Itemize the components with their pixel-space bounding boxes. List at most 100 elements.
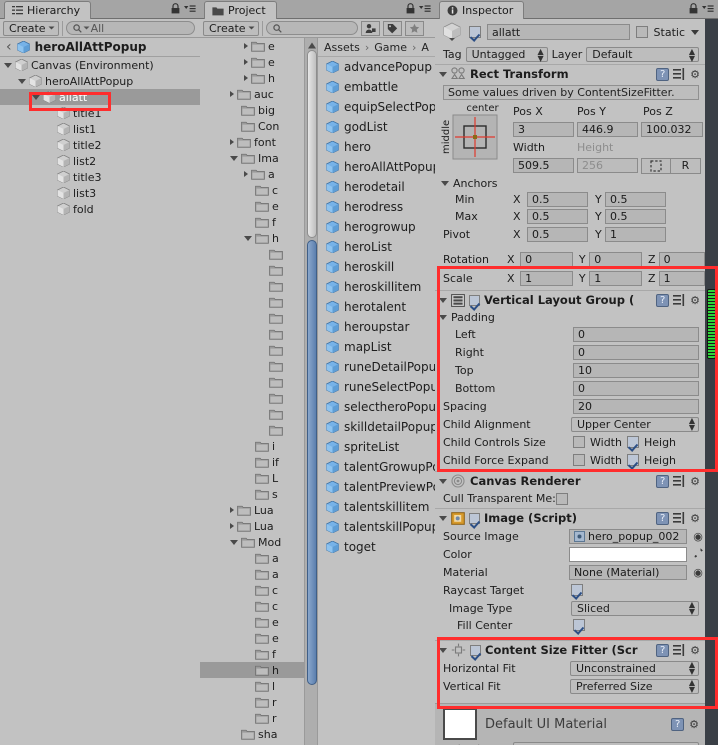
project-asset-selectheroPopu[interactable]: selectheroPopu (318, 397, 435, 417)
anchors-max-y-field[interactable]: 0.5 (605, 209, 666, 224)
project-folder-font[interactable]: font (200, 134, 304, 150)
hierarchy-item-fold[interactable]: fold (0, 201, 200, 217)
lock-icon[interactable] (689, 3, 698, 14)
gear-icon[interactable]: ⚙ (690, 68, 700, 81)
foldout-arrow-icon[interactable] (439, 314, 447, 320)
layer-dropdown[interactable]: Default ▲ ▼ (586, 47, 699, 62)
project-folder-c[interactable]: c (200, 182, 304, 198)
breadcrumb-game[interactable]: Game (374, 41, 407, 54)
panel-menu-icon[interactable] (701, 3, 714, 14)
padding-top-field[interactable]: 10 (573, 362, 699, 378)
project-folder-Con[interactable]: Con (200, 118, 304, 134)
tab-inspector[interactable]: Inspector (439, 1, 525, 19)
foldout-arrow-icon[interactable] (244, 75, 248, 81)
hierarchy-item-list1[interactable]: list1 (0, 121, 200, 137)
project-asset-herodetail[interactable]: herodetail (318, 177, 435, 197)
tab-hierarchy[interactable]: Hierarchy (4, 1, 92, 19)
foldout-arrow-icon[interactable] (32, 94, 40, 100)
vertical-fit-dropdown[interactable]: Preferred Size ▲ ▼ (570, 678, 699, 694)
project-folder-i[interactable]: i (200, 438, 304, 454)
project-folder-row23[interactable] (200, 406, 304, 422)
material-picker-icon[interactable]: ◉ (691, 566, 705, 579)
project-folder-e[interactable]: e (200, 198, 304, 214)
project-folder-row16[interactable] (200, 294, 304, 310)
scroll-up-arrow-icon[interactable] (307, 40, 317, 49)
project-folder-f[interactable]: f (200, 646, 304, 662)
lock-icon[interactable] (406, 3, 415, 14)
fill-center-checkbox[interactable] (573, 619, 585, 631)
hierarchy-item-title2[interactable]: title2 (0, 137, 200, 153)
content-size-fitter-enabled-checkbox[interactable] (470, 644, 481, 656)
child-controls-width-checkbox[interactable] (573, 436, 585, 448)
project-folder-Lua[interactable]: Lua (200, 502, 304, 518)
anchor-preset-widget[interactable]: center middle (441, 103, 513, 175)
lock-icon[interactable] (171, 3, 180, 14)
project-folder-row21[interactable] (200, 374, 304, 390)
rotation-z-field[interactable]: 0 (658, 252, 705, 267)
project-tree-scrollbar[interactable] (304, 38, 318, 745)
panel-menu-icon[interactable] (183, 3, 196, 14)
preset-icon[interactable] (673, 293, 686, 307)
project-asset-herotalent[interactable]: herotalent (318, 297, 435, 317)
hierarchy-tab-menu[interactable] (171, 3, 196, 14)
foldout-arrow-icon[interactable] (244, 43, 248, 49)
project-folder-row13[interactable] (200, 246, 304, 262)
project-folder-a[interactable]: a (200, 550, 304, 566)
hierarchy-search-input[interactable]: All (65, 21, 195, 35)
scale-x-field[interactable]: 1 (520, 271, 573, 286)
pos-y-field[interactable]: 446.9 (577, 122, 638, 137)
anchors-max-x-field[interactable]: 0.5 (527, 209, 588, 224)
color-swatch-field[interactable] (569, 546, 687, 562)
foldout-arrow-icon[interactable] (244, 59, 248, 65)
foldout-arrow-icon[interactable] (230, 523, 234, 529)
help-icon[interactable]: ? (656, 293, 670, 307)
project-folder-Ima[interactable]: Ima (200, 150, 304, 166)
foldout-arrow-icon[interactable] (439, 647, 447, 653)
material-preview-header[interactable]: Default UI Material ? ⚙ (435, 708, 705, 740)
project-asset-talentskillPopup[interactable]: talentskillPopup (318, 517, 435, 537)
child-force-expand-height-checkbox[interactable] (626, 454, 639, 466)
project-folder-row20[interactable] (200, 358, 304, 374)
project-asset-heroAllAttPopup[interactable]: heroAllAttPopup (318, 157, 435, 177)
foldout-arrow-icon[interactable] (244, 235, 252, 241)
help-icon[interactable]: ? (656, 511, 670, 525)
project-folder-e[interactable]: e (200, 614, 304, 630)
project-folder-f[interactable]: f (200, 214, 304, 230)
scale-y-field[interactable]: 1 (589, 271, 643, 286)
project-tab-menu[interactable] (406, 3, 431, 14)
cull-transparent-checkbox[interactable] (555, 492, 568, 505)
filter-by-label-button[interactable] (382, 20, 402, 36)
gear-icon[interactable]: ⚙ (689, 718, 699, 731)
breadcrumb-a[interactable]: A (421, 41, 429, 54)
hierarchy-create-button[interactable]: Create (3, 20, 59, 36)
project-asset-herogrowup[interactable]: herogrowup (318, 217, 435, 237)
filter-by-favorite-button[interactable] (404, 20, 424, 36)
project-folder-L[interactable]: L (200, 470, 304, 486)
component-header-vertical-layout-group[interactable]: Vertical Layout Group ( ? ⚙ (435, 290, 705, 309)
pivot-y-field[interactable]: 1 (605, 226, 666, 242)
project-asset-heroList[interactable]: heroList (318, 237, 435, 257)
inspector-tab-menu[interactable] (689, 3, 714, 14)
project-folder-e[interactable]: e (200, 54, 304, 70)
project-asset-hero[interactable]: hero (318, 137, 435, 157)
static-dropdown-icon[interactable] (691, 29, 699, 35)
help-icon[interactable]: ? (671, 717, 685, 731)
gear-icon[interactable]: ⚙ (690, 512, 700, 525)
anchors-min-x-field[interactable]: 0.5 (527, 192, 588, 207)
pos-x-field[interactable]: 3 (513, 122, 574, 137)
component-header-image-script[interactable]: Image (Script) ? ⚙ (435, 508, 705, 527)
project-folder-h[interactable]: h (200, 662, 304, 678)
project-asset-talentskillitem[interactable]: talentskillitem (318, 497, 435, 517)
project-asset-runeSelectPopu[interactable]: runeSelectPopu (318, 377, 435, 397)
hierarchy-item-allatt[interactable]: allatt (0, 89, 200, 105)
padding-foldout[interactable]: Padding (435, 309, 705, 325)
project-folder-Lua[interactable]: Lua (200, 518, 304, 534)
gear-icon[interactable]: ⚙ (690, 475, 700, 488)
project-folder-sha[interactable]: sha (200, 726, 304, 742)
breadcrumb-assets[interactable]: Assets (324, 41, 360, 54)
project-folder-h[interactable]: h (200, 230, 304, 246)
breadcrumb-back-button[interactable]: ‹ (6, 39, 12, 55)
project-asset-embattle[interactable]: embattle (318, 77, 435, 97)
project-folder-row14[interactable] (200, 262, 304, 278)
project-folder-row24[interactable] (200, 422, 304, 438)
